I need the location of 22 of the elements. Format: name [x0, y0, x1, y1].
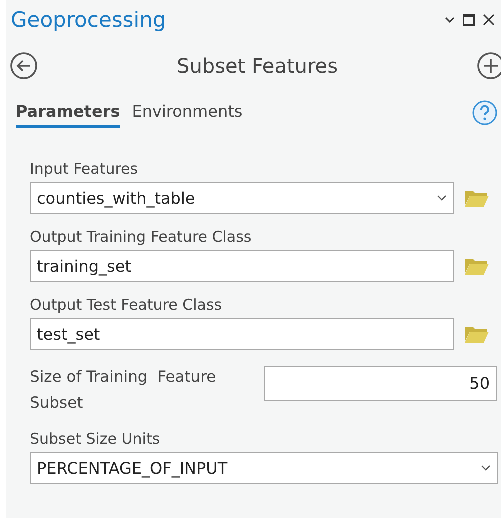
text-field[interactable]: training_set: [30, 250, 454, 282]
dropdown-field[interactable]: counties_with_table: [30, 182, 454, 214]
help-icon[interactable]: [472, 100, 498, 126]
tab[interactable]: Parameters: [16, 98, 120, 128]
dropdown-field[interactable]: PERCENTAGE_OF_INPUT: [30, 452, 498, 484]
number-field[interactable]: 50: [264, 366, 497, 401]
back-icon[interactable]: [10, 52, 38, 80]
parameter-label: Size of Training Feature Subset: [30, 367, 218, 414]
add-icon[interactable]: [477, 52, 501, 80]
tool-title: Subset Features: [176, 54, 339, 78]
parameter-label: Input Features: [30, 160, 140, 178]
caret-icon: [437, 195, 447, 201]
parameter-label: Subset Size Units: [30, 430, 162, 448]
maximize-icon[interactable]: [463, 14, 475, 26]
text-field[interactable]: test_set: [30, 318, 454, 350]
close-icon[interactable]: [483, 14, 495, 26]
parameter-label: Output Training Feature Class: [30, 228, 253, 246]
chevron-down-icon[interactable]: [445, 17, 455, 23]
caret-icon: [481, 465, 491, 471]
parameter-label: Output Test Feature Class: [30, 296, 224, 314]
tab[interactable]: Environments: [132, 98, 243, 128]
window-title: Geoprocessing: [10, 8, 168, 32]
